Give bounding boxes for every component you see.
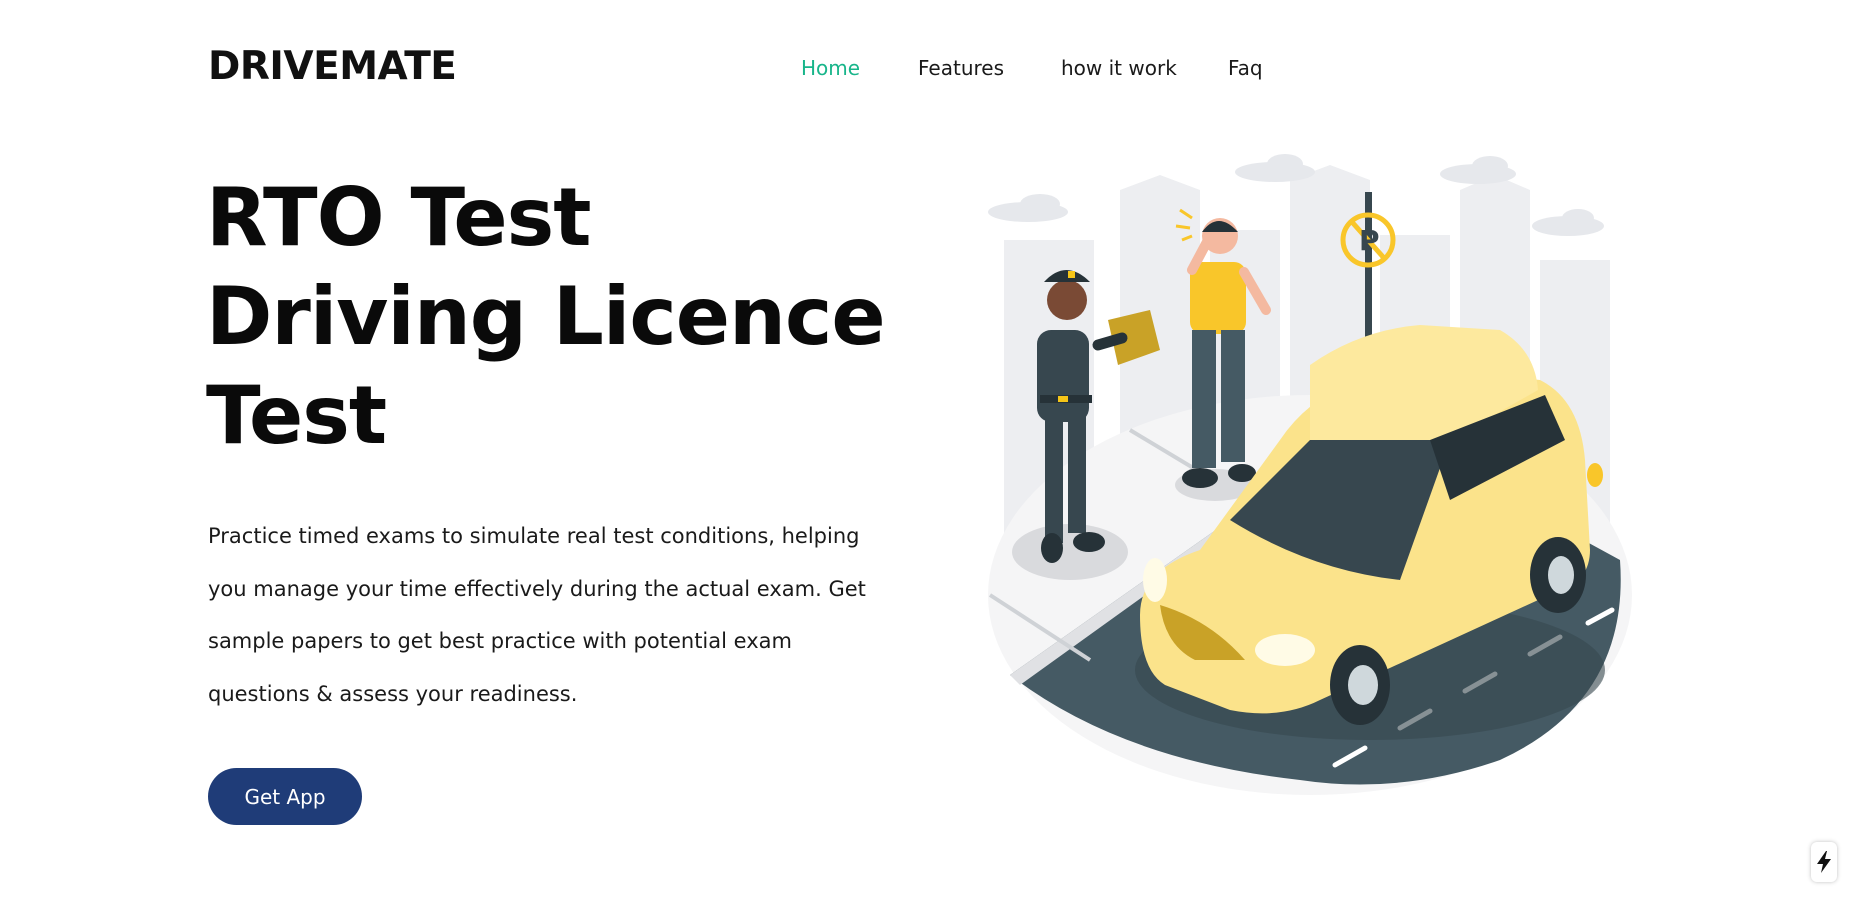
hero-title: RTO Test Driving Licence Test <box>206 168 906 465</box>
landing-page: DRIVEMATE Home Features how it work Faq … <box>0 0 1855 906</box>
nav-link-how-it-work[interactable]: how it work <box>1061 56 1177 80</box>
get-app-button[interactable]: Get App <box>208 768 362 825</box>
site-logo[interactable]: DRIVEMATE <box>208 44 457 89</box>
nav-link-home[interactable]: Home <box>801 56 860 80</box>
hero-title-line: Driving Licence <box>206 270 886 363</box>
hero-title-line: RTO Test <box>206 171 592 264</box>
nav-link-features[interactable]: Features <box>918 56 1004 80</box>
lightning-bolt-button[interactable] <box>1811 842 1837 882</box>
nav-link-faq[interactable]: Faq <box>1228 56 1263 80</box>
svg-text:P: P <box>1359 224 1380 257</box>
lightning-bolt-icon <box>1817 851 1831 873</box>
hero-title-line: Test <box>206 369 387 462</box>
hero-description: Practice timed exams to simulate real te… <box>208 524 866 706</box>
hero-illustration: P <box>988 154 1632 795</box>
